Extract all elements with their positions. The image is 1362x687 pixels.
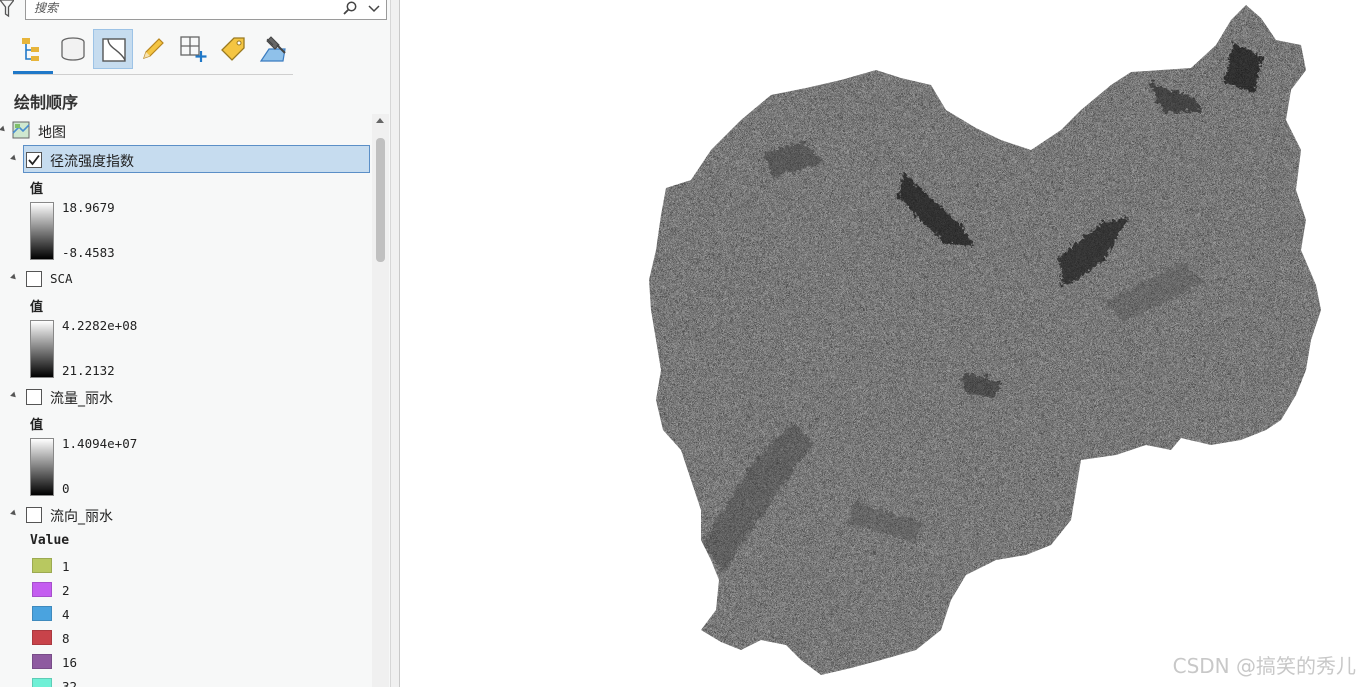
- legend-class-label: 2: [62, 583, 70, 598]
- legend-low-value: 21.2132: [62, 363, 115, 378]
- list-by-drawing-order-button[interactable]: [13, 29, 53, 69]
- search-box[interactable]: [25, 0, 387, 20]
- legend-swatch: [32, 606, 52, 621]
- legend-high-value: 4.2282e+08: [62, 318, 138, 333]
- map-view[interactable]: CSDN @搞笑的秀儿: [401, 0, 1362, 687]
- legend-class-label: 4: [62, 607, 70, 622]
- legend-swatch: [32, 558, 52, 573]
- layer-visibility-checkbox[interactable]: [26, 507, 42, 523]
- legend-class-label: 8: [62, 631, 70, 646]
- chevron-down-icon[interactable]: [366, 0, 382, 16]
- legend-color-ramp: [30, 202, 54, 260]
- legend-title: Value: [30, 533, 70, 548]
- list-by-selection-icon: [102, 38, 126, 62]
- contents-pane: 绘制顺序 地图 径流强度指数 值 18.9679 -8.4583 SCA 值 4…: [0, 0, 390, 687]
- search-icon[interactable]: [342, 0, 358, 16]
- legend-class-label: 32: [62, 679, 78, 687]
- expand-layer-icon[interactable]: [10, 273, 18, 282]
- layer-name[interactable]: 流量_丽水: [50, 388, 113, 408]
- toolbar-divider: [13, 74, 293, 75]
- list-by-selection-button[interactable]: [93, 29, 133, 69]
- layer-visibility-checkbox[interactable]: [26, 389, 42, 405]
- expand-layer-icon[interactable]: [10, 509, 18, 518]
- map-canvas[interactable]: [401, 0, 1362, 687]
- legend-color-ramp: [30, 320, 54, 378]
- map-icon: [12, 121, 30, 139]
- list-by-snapping-button[interactable]: [173, 29, 213, 69]
- expand-layer-icon[interactable]: [10, 154, 18, 163]
- legend-color-ramp: [30, 438, 54, 496]
- legend-class-label: 16: [62, 655, 78, 670]
- list-by-drawing-order-icon: [22, 38, 39, 61]
- legend-swatch: [32, 678, 52, 687]
- section-title: 绘制顺序: [14, 93, 79, 112]
- expand-map-icon[interactable]: [0, 125, 7, 134]
- legend-low-value: 0: [62, 481, 70, 496]
- runoff-index-raster: [649, 5, 1321, 675]
- list-by-perspective-button[interactable]: [253, 29, 293, 69]
- legend-swatch: [32, 630, 52, 645]
- legend-high-value: 1.4094e+07: [62, 436, 138, 451]
- legend-low-value: -8.4583: [62, 245, 115, 260]
- layer-visibility-checkbox[interactable]: [26, 271, 42, 287]
- expand-layer-icon[interactable]: [10, 391, 18, 400]
- list-by-labeling-button[interactable]: [213, 29, 253, 69]
- legend-high-value: 18.9679: [62, 200, 115, 215]
- layer-name[interactable]: 流向_丽水: [50, 506, 113, 526]
- legend-class-label: 1: [62, 559, 70, 574]
- contents-scrollbar[interactable]: [372, 114, 389, 687]
- list-by-editing-icon: [143, 38, 164, 59]
- list-by-editing-button[interactable]: [133, 29, 173, 69]
- filter-icon[interactable]: [0, 0, 15, 18]
- list-by-snapping-icon: [180, 36, 207, 62]
- layer-name[interactable]: 径流强度指数: [50, 151, 134, 171]
- legend-title: 值: [30, 182, 44, 197]
- search-input[interactable]: [34, 0, 324, 17]
- scroll-up-icon[interactable]: [376, 118, 384, 123]
- pane-splitter[interactable]: [390, 0, 400, 687]
- layer-visibility-checkbox[interactable]: [26, 152, 42, 168]
- list-by-source-button[interactable]: [53, 29, 93, 69]
- map-name[interactable]: 地图: [38, 122, 66, 142]
- list-by-perspective-icon: [259, 36, 286, 62]
- legend-title: 值: [30, 300, 44, 315]
- legend-swatch: [32, 582, 52, 597]
- list-by-labeling-icon: [221, 37, 245, 61]
- list-by-source-icon: [61, 37, 85, 61]
- watermark-text: CSDN @搞笑的秀儿: [1172, 654, 1356, 678]
- legend-swatch: [32, 654, 52, 669]
- scroll-thumb[interactable]: [376, 138, 385, 262]
- legend-title: 值: [30, 418, 44, 433]
- layer-name[interactable]: SCA: [50, 271, 73, 286]
